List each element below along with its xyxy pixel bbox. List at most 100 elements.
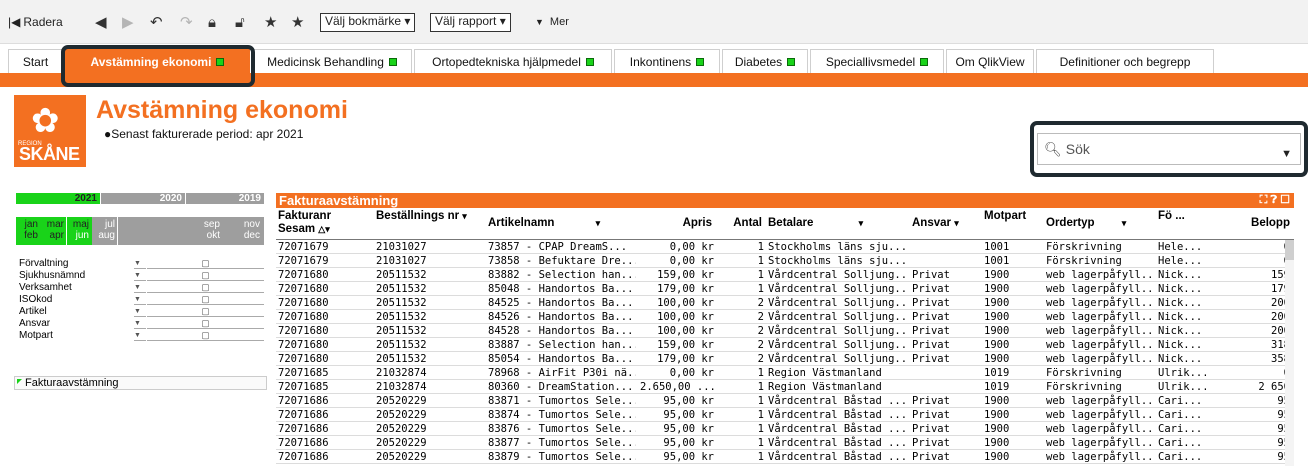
col-motpart[interactable]: Motpart bbox=[982, 208, 1042, 239]
cell-fakturanr: 72071686 bbox=[278, 423, 329, 435]
clear-button[interactable]: |◀ Radera bbox=[8, 12, 63, 32]
table-row[interactable]: 72071679 21031027 73857 - CPAP DreamS... 0,… bbox=[276, 240, 1294, 254]
table-row[interactable]: 72071680 20511532 85054 - Handortos Ba... 1… bbox=[276, 352, 1294, 366]
filter-artikel[interactable]: Artikel ▼ ▢ bbox=[16, 306, 264, 317]
year-2019[interactable]: 2019 bbox=[186, 193, 264, 204]
tab-diabetes[interactable]: Diabetes bbox=[722, 49, 808, 73]
tab-definitioner[interactable]: Definitioner och begrepp bbox=[1036, 49, 1214, 73]
filter-checkbox[interactable]: ▢ bbox=[147, 294, 264, 305]
redo-icon[interactable]: ↷ bbox=[180, 12, 193, 32]
cell-artikelnamn: 83874 - Tumortos Sele... bbox=[488, 409, 636, 421]
filter-isokod[interactable]: ISOkod ▼ ▢ bbox=[16, 294, 264, 305]
month-sep-dec[interactable]: sep okt nov dec bbox=[118, 217, 264, 245]
table-caption: Fakturaavstämning ⛶ ❓︎ ☐ bbox=[276, 193, 1294, 208]
col-artikelnamn[interactable]: Artikelnamn ▾ bbox=[486, 208, 636, 239]
cell-apris: 179,00 kr bbox=[657, 353, 714, 365]
search-icon: 🔍︎ bbox=[1044, 140, 1062, 157]
filter-checkbox[interactable]: ▢ bbox=[147, 258, 264, 269]
tab-speciallivsmedel[interactable]: Speciallivsmedel bbox=[810, 49, 944, 73]
help-icon[interactable]: ❓︎ bbox=[1270, 194, 1277, 206]
cell-motpart: 1900 bbox=[984, 353, 1010, 365]
tab-om-qlikview[interactable]: Om QlikView bbox=[946, 49, 1034, 73]
cell-motpart: 1900 bbox=[984, 283, 1010, 295]
page-title: Avstämning ekonomi bbox=[96, 96, 348, 124]
bookmark-select[interactable]: Välj bokmärke ▾ bbox=[320, 12, 416, 32]
sort-icon: ▾ bbox=[858, 218, 864, 228]
remove-bookmark-icon[interactable]: ★ bbox=[291, 12, 304, 32]
col-ordertyp[interactable]: Ordertyp ▾ bbox=[1044, 208, 1154, 239]
month-label: nov bbox=[243, 219, 260, 230]
more-button[interactable]: ▼ Mer bbox=[535, 12, 569, 32]
lock-icon[interactable]: 🔒︎ bbox=[208, 12, 216, 32]
maximize-icon[interactable]: ☐ bbox=[1280, 194, 1290, 206]
status-led-icon bbox=[585, 57, 594, 66]
filter-label: Förvaltning bbox=[19, 258, 69, 269]
scrollbar-thumb[interactable] bbox=[1285, 240, 1294, 260]
undo-icon[interactable]: ↶ bbox=[150, 12, 163, 32]
cell-apris: 95,00 kr bbox=[663, 451, 714, 463]
table-row[interactable]: 72071686 20520229 83876 - Tumortos Sele...… bbox=[276, 422, 1294, 436]
col-ansvar[interactable]: Ansvar ▾ bbox=[910, 208, 980, 239]
table-row[interactable]: 72071685 21032874 80360 - DreamStation... 2… bbox=[276, 380, 1294, 394]
forward-icon[interactable]: ▶ bbox=[122, 12, 134, 32]
cell-bestallningsnr: 21031027 bbox=[376, 241, 427, 253]
year-2021[interactable]: 2021 bbox=[16, 193, 100, 204]
filter-checkbox[interactable]: ▢ bbox=[147, 270, 264, 281]
cell-fakturanr: 72071680 bbox=[278, 325, 329, 337]
col-apris[interactable]: Apris bbox=[638, 208, 714, 239]
table-row[interactable]: 72071680 20511532 84525 - Handortos Ba... 1… bbox=[276, 296, 1294, 310]
status-led-icon bbox=[696, 57, 705, 66]
cell-ansvar: Privat bbox=[912, 269, 950, 281]
status-led-icon bbox=[388, 57, 397, 66]
month-jan-apr[interactable]: jan feb mar apr bbox=[16, 217, 66, 245]
tab-ortopedtekniska[interactable]: Ortopedtekniska hjälpmedel bbox=[414, 49, 612, 73]
cell-fo: Cari... bbox=[1158, 409, 1203, 421]
filter-checkbox[interactable]: ▢ bbox=[147, 306, 264, 317]
table-scrollbar[interactable] bbox=[1285, 240, 1294, 466]
tab-medicinsk-behandling[interactable]: Medicinsk Behandling bbox=[252, 49, 412, 73]
filter-verksamhet[interactable]: Verksamhet ▼ ▢ bbox=[16, 282, 264, 293]
table-row[interactable]: 72071680 20511532 83887 - Selection han...… bbox=[276, 338, 1294, 352]
table-row[interactable]: 72071686 20520229 83871 - Tumortos Sele...… bbox=[276, 394, 1294, 408]
filter-forvaltning[interactable]: Förvaltning ▼ ▢ bbox=[16, 258, 264, 269]
table-row[interactable]: 72071686 20520229 83877 - Tumortos Sele...… bbox=[276, 436, 1294, 450]
cell-apris: 95,00 kr bbox=[663, 395, 714, 407]
filter-sjukhusnamnd[interactable]: Sjukhusnämnd ▼ ▢ bbox=[16, 270, 264, 281]
table-row[interactable]: 72071680 20511532 85048 - Handortos Ba... 1… bbox=[276, 282, 1294, 296]
table-row[interactable]: 72071685 21032874 78968 - AirFit P30i nä..… bbox=[276, 366, 1294, 380]
filter-motpart[interactable]: Motpart ▼ ▢ bbox=[16, 330, 264, 341]
filter-checkbox[interactable]: ▢ bbox=[147, 330, 264, 341]
cell-motpart: 1019 bbox=[984, 381, 1010, 393]
table-row[interactable]: 72071680 20511532 83882 - Selection han...… bbox=[276, 268, 1294, 282]
filter-label: Artikel bbox=[19, 306, 47, 317]
month-label: maj bbox=[72, 219, 89, 230]
col-fo[interactable]: Fö ... bbox=[1156, 208, 1206, 239]
col-antal[interactable]: Antal bbox=[716, 208, 764, 239]
col-betalare[interactable]: Betalare ▾ bbox=[766, 208, 908, 239]
year-2020[interactable]: 2020 bbox=[101, 193, 185, 204]
table-row[interactable]: 72071680 20511532 84526 - Handortos Ba... 1… bbox=[276, 310, 1294, 324]
col-fakturanr[interactable]: Fakturanr Sesam △▾ bbox=[276, 208, 372, 239]
clear-filter-icon[interactable]: ⛶ bbox=[1260, 194, 1268, 206]
table-row[interactable]: 72071680 20511532 84528 - Handortos Ba... 1… bbox=[276, 324, 1294, 338]
col-belopp[interactable]: Belopp bbox=[1208, 208, 1292, 239]
back-icon[interactable]: ◀ bbox=[95, 12, 107, 32]
table-row[interactable]: 72071686 20520229 83874 - Tumortos Sele...… bbox=[276, 408, 1294, 422]
add-bookmark-icon[interactable]: ★ bbox=[264, 12, 277, 32]
filter-checkbox[interactable]: ▢ bbox=[147, 282, 264, 293]
cell-fakturanr: 72071685 bbox=[278, 367, 329, 379]
unlock-icon[interactable]: 🔓︎ bbox=[235, 12, 245, 32]
table-row[interactable]: 72071679 21031027 73858 - Befuktare Dre...… bbox=[276, 254, 1294, 268]
table-row[interactable]: 72071686 20520229 83879 - Tumortos Sele...… bbox=[276, 450, 1294, 464]
filter-ansvar[interactable]: Ansvar ▼ ▢ bbox=[16, 318, 264, 329]
cell-bestallningsnr: 20511532 bbox=[376, 339, 427, 351]
filter-checkbox[interactable]: ▢ bbox=[147, 318, 264, 329]
col-bestallningsnr[interactable]: Beställnings nr ▾ bbox=[374, 208, 484, 239]
cell-antal: 2 bbox=[757, 353, 764, 365]
minimized-fakturaavstamning[interactable]: Fakturaavstämning bbox=[14, 376, 267, 390]
search-input[interactable]: 🔍︎ Sök ▼ bbox=[1037, 133, 1301, 165]
tab-inkontinens[interactable]: Inkontinens bbox=[614, 49, 720, 73]
report-select[interactable]: Välj rapport ▾ bbox=[430, 12, 511, 32]
tab-start[interactable]: Start bbox=[8, 49, 63, 73]
month-maj-aug[interactable]: maj jun jul aug bbox=[67, 217, 117, 245]
